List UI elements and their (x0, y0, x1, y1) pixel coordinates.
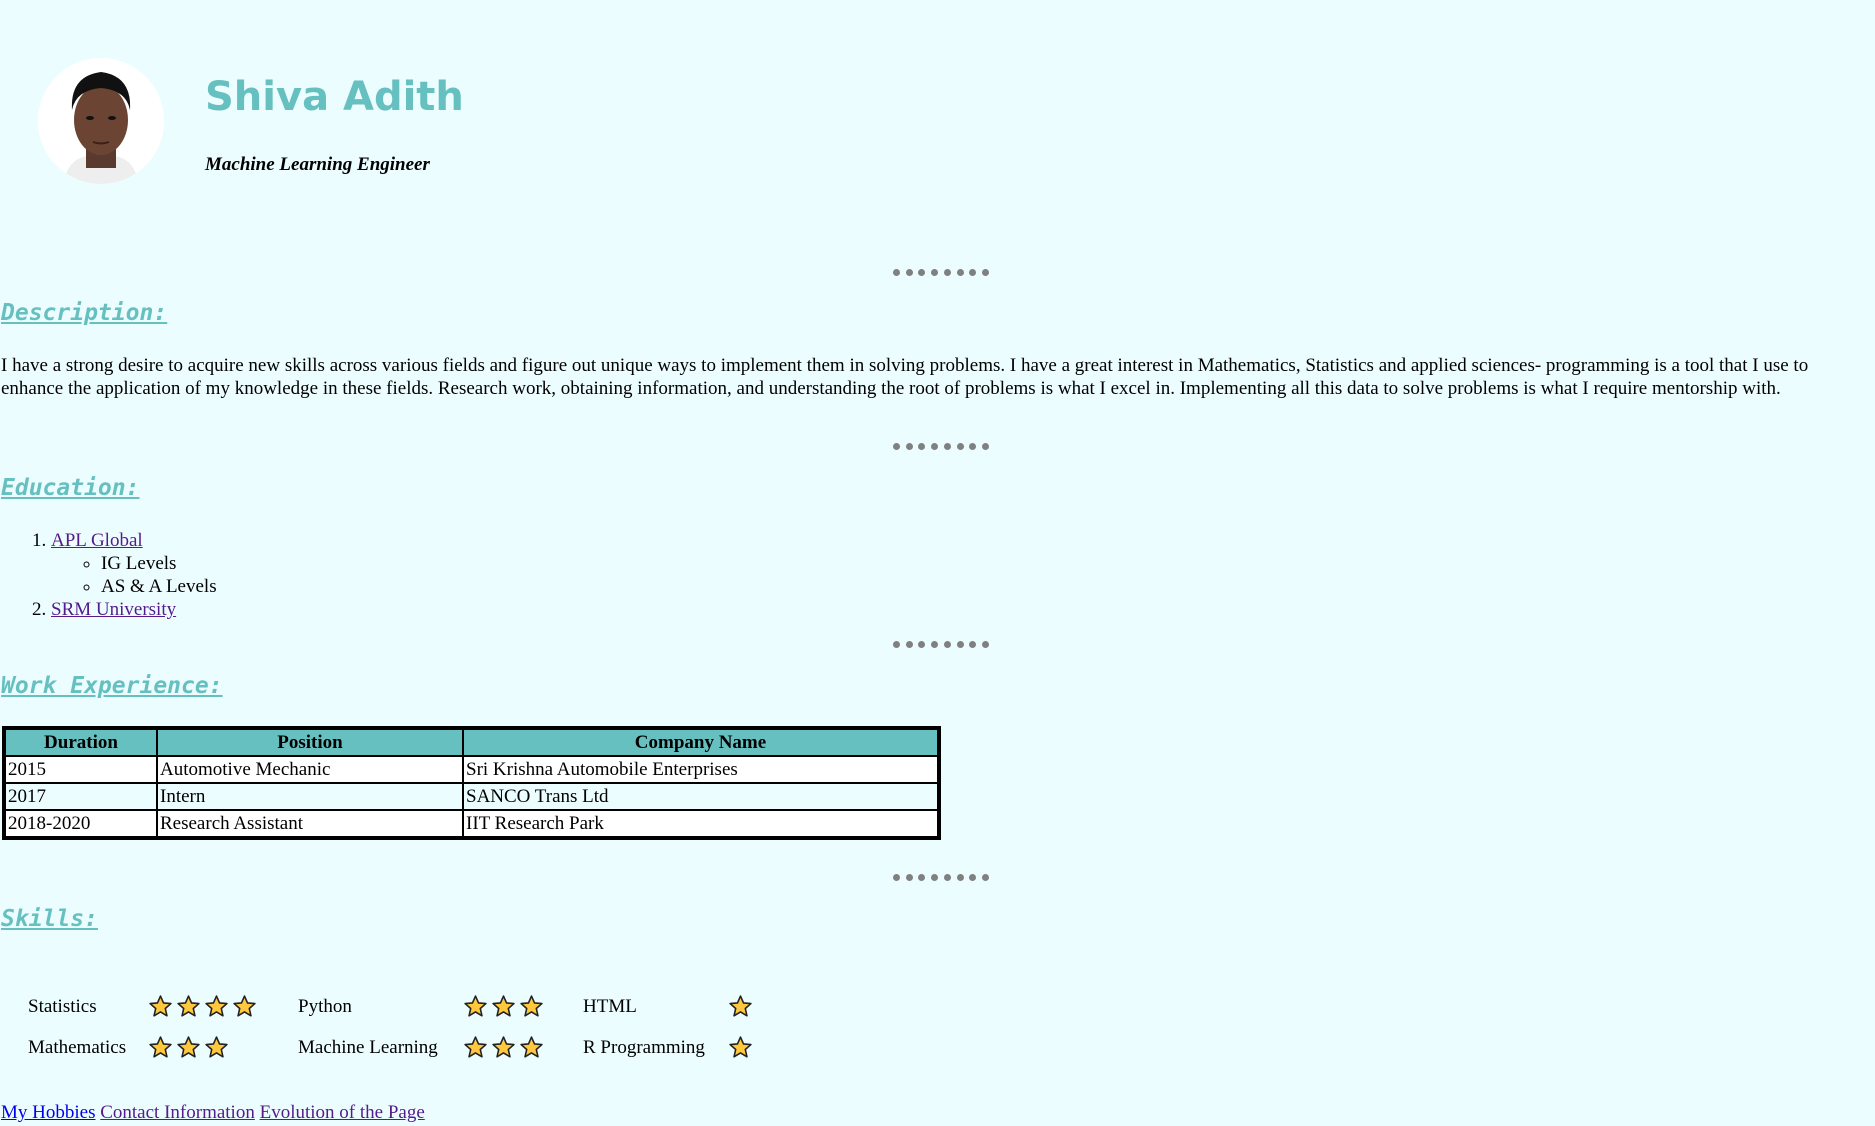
skill-rating (463, 1035, 583, 1060)
star-icon (177, 995, 200, 1017)
table-header-row: Duration Position Company Name (5, 729, 938, 756)
table-cell: 2018-2020 (5, 810, 157, 837)
link-contact-information[interactable]: Contact Information (100, 1102, 255, 1123)
education-subitem: AS & A Levels (101, 575, 217, 598)
skills-row: Statistics Python HTML (28, 986, 788, 1027)
footer-links: My Hobbies Contact Information Evolution… (1, 1102, 425, 1124)
table-row: 2018-2020 Research Assistant IIT Researc… (5, 810, 938, 837)
description-heading: Description: (1, 300, 168, 326)
skills-heading: Skills: (1, 906, 98, 932)
star-icon (177, 1036, 200, 1058)
star-icon (205, 1036, 228, 1058)
table-cell: 2015 (5, 756, 157, 783)
star-icon (464, 995, 487, 1017)
table-cell: 2017 (5, 783, 157, 810)
star-icon (729, 1036, 752, 1058)
education-heading: Education: (1, 475, 140, 501)
skill-rating (463, 994, 583, 1019)
link-my-hobbies[interactable]: My Hobbies (1, 1102, 95, 1123)
education-link-srm-university[interactable]: SRM University (51, 599, 176, 620)
column-header: Company Name (463, 729, 938, 756)
section-divider (893, 269, 989, 276)
work-table: Duration Position Company Name 2015 Auto… (2, 726, 941, 840)
table-cell: Intern (157, 783, 463, 810)
star-icon (149, 1036, 172, 1058)
profile-name: Shiva Adith (205, 74, 464, 120)
star-icon (729, 995, 752, 1017)
description-text: I have a strong desire to acquire new sk… (1, 355, 1809, 399)
star-icon (149, 995, 172, 1017)
column-header: Duration (5, 729, 157, 756)
link-evolution-of-the-page[interactable]: Evolution of the Page (260, 1102, 425, 1123)
column-header: Position (157, 729, 463, 756)
education-list: APL Global IG Levels AS & A Levels SRM U… (1, 529, 217, 621)
star-icon (520, 1036, 543, 1058)
table-row: 2017 Intern SANCO Trans Ltd (5, 783, 938, 810)
star-icon (205, 995, 228, 1017)
education-item: SRM University (51, 598, 217, 621)
skills-grid: Statistics Python HTML Mathematics Machine L… (28, 986, 788, 1068)
education-link-apl-global[interactable]: APL Global (51, 530, 143, 551)
skill-rating (148, 994, 298, 1019)
profile-title: Machine Learning Engineer (205, 154, 430, 175)
skill-name: R Programming (583, 1036, 705, 1058)
skills-row: Mathematics Machine Learning R Programming (28, 1027, 788, 1068)
skill-name: HTML (583, 995, 637, 1017)
table-cell: Sri Krishna Automobile Enterprises (463, 756, 938, 783)
skill-name: Mathematics (28, 1036, 127, 1058)
section-divider (893, 641, 989, 648)
star-icon (492, 1036, 515, 1058)
skill-name: Python (298, 995, 352, 1017)
star-icon (520, 995, 543, 1017)
skill-rating (728, 994, 788, 1019)
skill-rating (728, 1035, 788, 1060)
star-icon (492, 995, 515, 1017)
table-cell: Research Assistant (157, 810, 463, 837)
work-heading: Work Experience: (1, 673, 223, 699)
table-cell: Automotive Mechanic (157, 756, 463, 783)
section-divider (893, 874, 989, 881)
star-icon (464, 1036, 487, 1058)
skill-name: Machine Learning (298, 1036, 438, 1058)
avatar (38, 58, 164, 184)
section-divider (893, 443, 989, 450)
table-cell: SANCO Trans Ltd (463, 783, 938, 810)
star-icon (233, 995, 256, 1017)
education-item: APL Global IG Levels AS & A Levels (51, 529, 217, 598)
skill-name: Statistics (28, 995, 97, 1017)
table-row: 2015 Automotive Mechanic Sri Krishna Aut… (5, 756, 938, 783)
skill-rating (148, 1035, 298, 1060)
table-cell: IIT Research Park (463, 810, 938, 837)
education-subitem: IG Levels (101, 552, 217, 575)
